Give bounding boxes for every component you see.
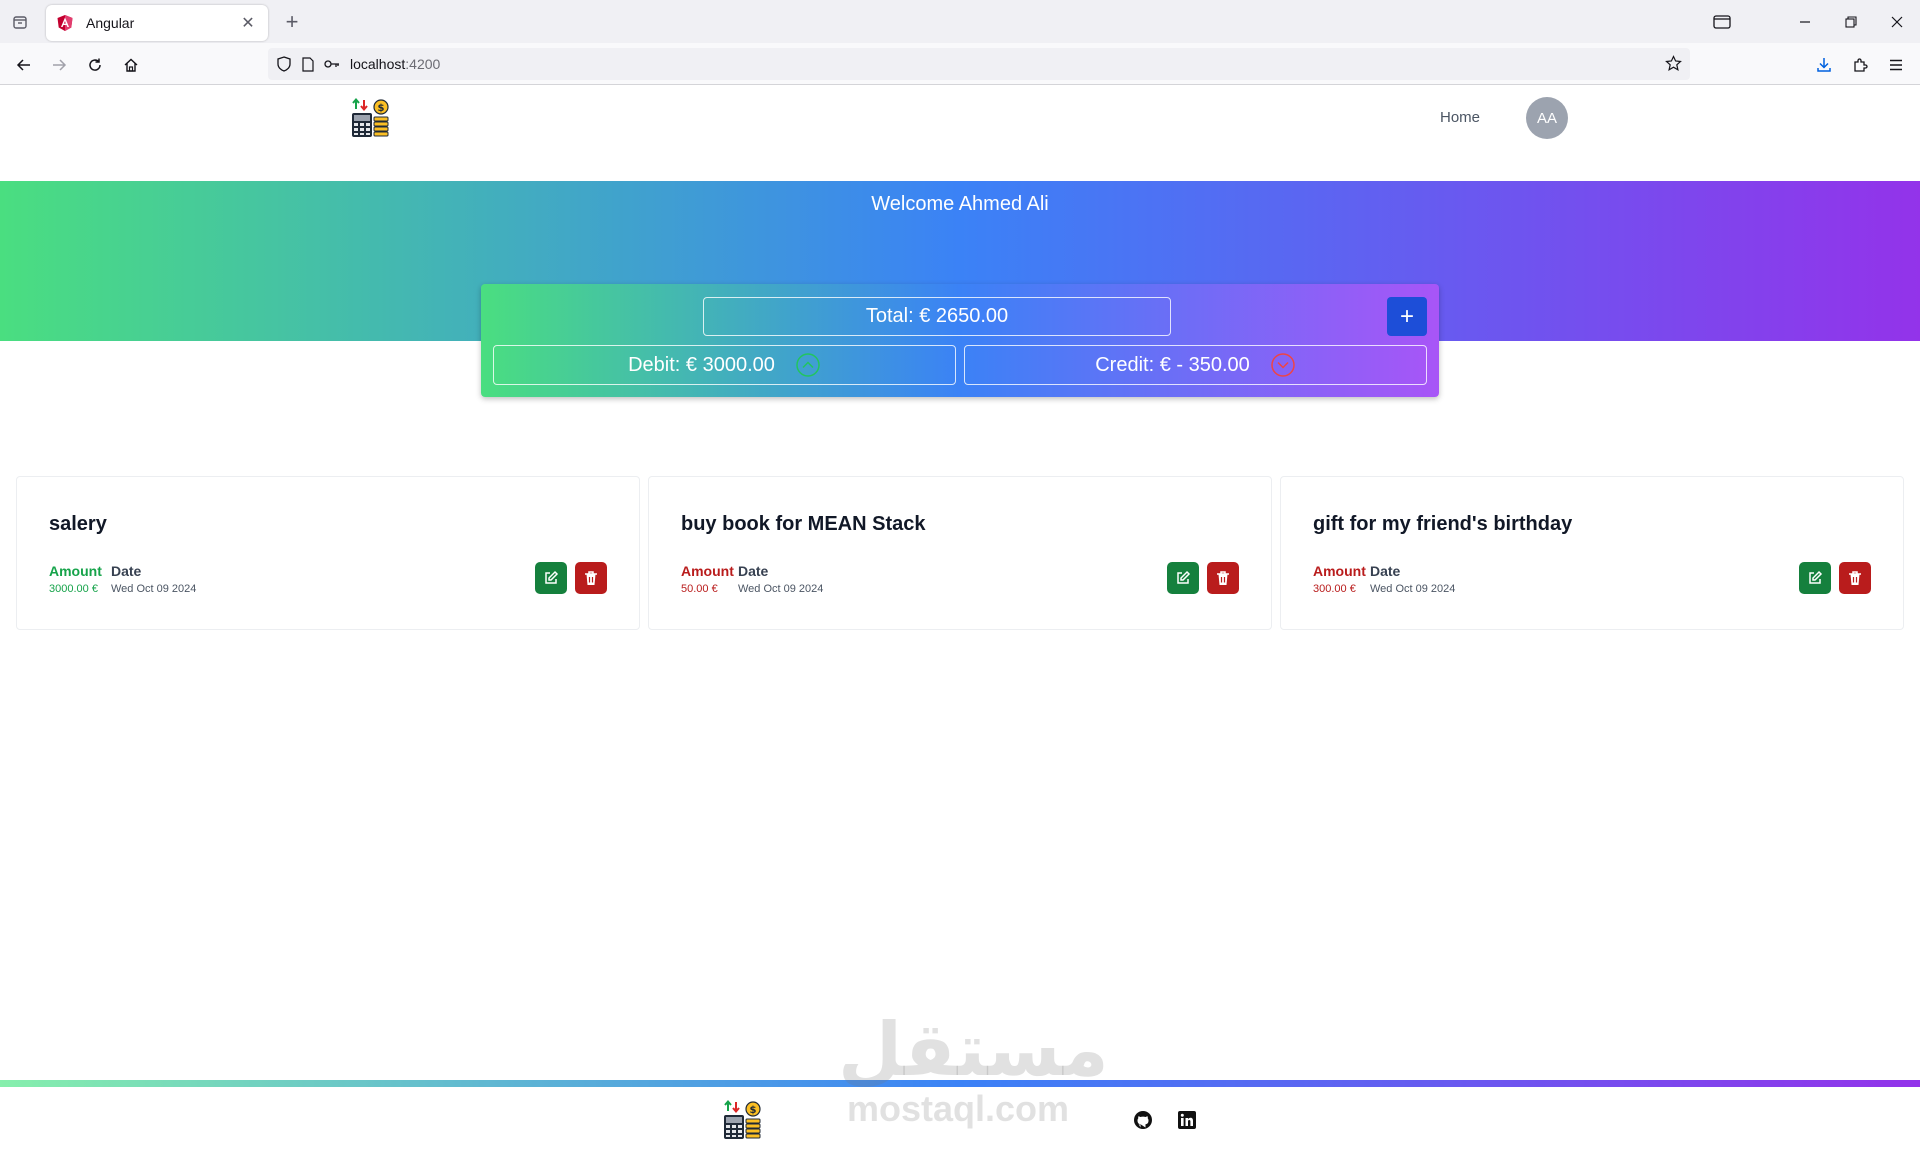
footer-divider [0, 1080, 1920, 1087]
amount-value: 300.00 € [1313, 583, 1356, 595]
credit-total: Credit: € - 350.00 [964, 345, 1427, 385]
trash-icon [1849, 571, 1861, 585]
tab-close-icon[interactable]: ✕ [238, 13, 258, 33]
amount-label: Amount [1313, 563, 1366, 579]
credit-total-label: Credit: € - 350.00 [1095, 353, 1250, 376]
chevron-down-circle-icon [1271, 353, 1295, 377]
transaction-card: salery Amount 3000.00 € Date Wed Oct 09 … [16, 476, 640, 630]
github-icon [1134, 1111, 1152, 1129]
downloads-icon[interactable] [1811, 52, 1837, 78]
url-host: localhost [350, 56, 406, 72]
forward-icon[interactable] [46, 52, 72, 78]
svg-text:$: $ [378, 103, 385, 114]
amount-value: 3000.00 € [49, 583, 98, 595]
address-bar[interactable]: localhost:4200 [268, 48, 1690, 80]
page-icon[interactable] [300, 56, 316, 72]
browser-tab-bar: Angular ✕ + [0, 0, 1920, 43]
add-transaction-button[interactable]: + [1387, 297, 1427, 336]
linkedin-icon [1178, 1111, 1196, 1129]
debit-total: Debit: € 3000.00 [493, 345, 956, 385]
edit-icon [1809, 570, 1823, 584]
restore-icon[interactable] [1838, 10, 1864, 34]
date-label: Date [111, 563, 142, 579]
browser-toolbar: localhost:4200 [0, 43, 1920, 85]
delete-button[interactable] [575, 562, 607, 594]
back-icon[interactable] [11, 52, 37, 78]
bookmark-star-icon[interactable] [1665, 55, 1682, 77]
trash-icon [1217, 571, 1229, 585]
chevron-up-circle-icon [796, 353, 820, 377]
edit-icon [1177, 570, 1191, 584]
welcome-text: Welcome Ahmed Ali [871, 193, 1049, 215]
date-label: Date [1370, 563, 1401, 579]
transaction-card: buy book for MEAN Stack Amount 50.00 € D… [648, 476, 1272, 630]
linkedin-link[interactable] [1176, 1109, 1198, 1131]
balance-summary-card: Total: € 2650.00 + Debit: € 3000.00 Cred… [481, 284, 1439, 397]
edit-button[interactable] [1167, 562, 1199, 594]
extensions-icon[interactable] [1847, 52, 1873, 78]
edit-button[interactable] [535, 562, 567, 594]
key-icon[interactable] [324, 56, 340, 72]
reload-icon[interactable] [82, 52, 108, 78]
transaction-title: gift for my friend's birthday [1313, 513, 1573, 535]
watermark-arabic: مستقل [838, 1007, 1109, 1093]
tab-title: Angular [86, 15, 135, 31]
url-text: localhost:4200 [350, 56, 440, 72]
new-tab-icon[interactable]: + [280, 10, 304, 34]
browser-tab[interactable]: Angular ✕ [46, 5, 268, 41]
angular-favicon-icon [57, 15, 73, 31]
url-port: :4200 [405, 56, 441, 72]
delete-button[interactable] [1839, 562, 1871, 594]
nav-home-link[interactable]: Home [1440, 109, 1480, 126]
trash-icon [585, 571, 597, 585]
transaction-title: buy book for MEAN Stack [681, 513, 926, 535]
github-link[interactable] [1132, 1109, 1154, 1131]
footer-logo-icon[interactable]: $ [722, 1099, 764, 1141]
date-value: Wed Oct 09 2024 [1370, 583, 1456, 595]
amount-value: 50.00 € [681, 583, 718, 595]
edit-button[interactable] [1799, 562, 1831, 594]
app-header: $ Home AA [0, 85, 1920, 181]
edit-icon [545, 570, 559, 584]
transaction-card: gift for my friend's birthday Amount 300… [1280, 476, 1904, 630]
delete-button[interactable] [1207, 562, 1239, 594]
tab-list-icon[interactable] [10, 12, 30, 32]
avatar[interactable]: AA [1526, 97, 1568, 139]
debit-total-label: Debit: € 3000.00 [628, 353, 775, 376]
close-window-icon[interactable] [1884, 10, 1910, 34]
total-balance: Total: € 2650.00 [703, 297, 1171, 336]
transaction-title: salery [49, 513, 107, 535]
date-value: Wed Oct 09 2024 [111, 583, 197, 595]
date-label: Date [738, 563, 769, 579]
amount-label: Amount [681, 563, 734, 579]
app-logo-icon[interactable]: $ [350, 97, 392, 139]
date-value: Wed Oct 09 2024 [738, 583, 824, 595]
svg-text:$: $ [750, 1105, 757, 1116]
minimize-icon[interactable] [1792, 10, 1818, 34]
home-icon[interactable] [118, 52, 144, 78]
shield-icon[interactable] [276, 56, 292, 72]
amount-label: Amount [49, 563, 102, 579]
menu-icon[interactable] [1883, 52, 1909, 78]
footer: $ [0, 1087, 1920, 1152]
sidebar-toggle-icon[interactable] [1709, 10, 1735, 34]
